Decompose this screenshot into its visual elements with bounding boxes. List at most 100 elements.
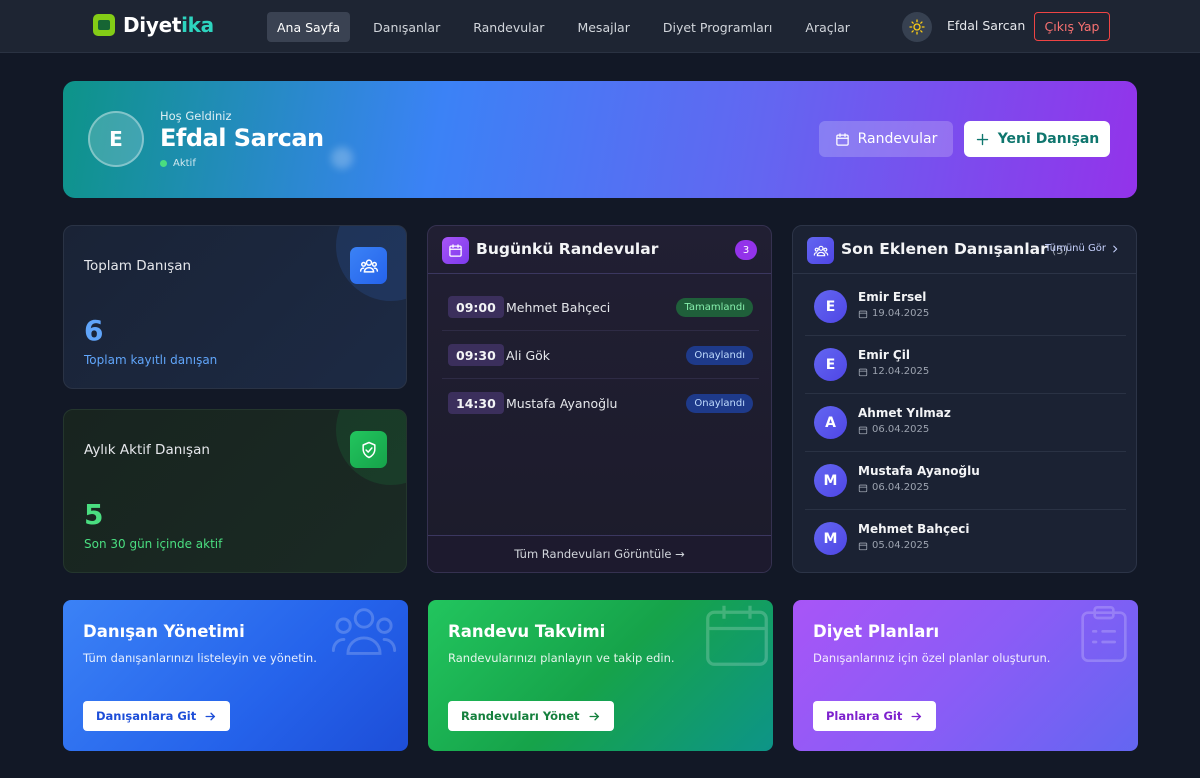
user-full-name: Efdal Sarcan	[160, 124, 324, 152]
appointment-client-name: Ali Gök	[506, 348, 551, 363]
appointment-time: 09:00	[448, 296, 504, 318]
avatar: A	[814, 406, 847, 439]
chevron-right-icon	[1113, 245, 1118, 252]
client-list-item[interactable]: E Emir Ersel 19.04.2025	[805, 278, 1126, 336]
see-all-link[interactable]: Tümünü Gör	[1045, 243, 1120, 254]
avatar: E	[814, 290, 847, 323]
client-management-card: Danışan Yönetimi Tüm danışanlarınızı lis…	[63, 600, 408, 751]
stat-value: 5	[84, 498, 104, 531]
avatar: M	[814, 464, 847, 497]
client-date: 06.04.2025	[858, 482, 929, 493]
stat-subtitle: Son 30 gün içinde aktif	[84, 537, 223, 551]
brand-name-accent: ika	[181, 13, 214, 37]
view-all-appointments-link[interactable]: Tüm Randevuları Görüntüle →	[428, 535, 771, 572]
welcome-banner: E Hoş Geldiniz Efdal Sarcan Aktif Randev…	[63, 81, 1137, 198]
new-client-button[interactable]: Yeni Danışan	[964, 121, 1110, 157]
status-badge: Tamamlandı	[676, 298, 753, 317]
manage-appointments-button[interactable]: Randevuları Yönet	[448, 701, 614, 731]
panel-title: Bugünkü Randevular	[476, 240, 659, 258]
client-name: Mustafa Ayanoğlu	[858, 464, 980, 478]
nav-link-tools[interactable]: Araçlar	[795, 12, 860, 42]
client-date: 12.04.2025	[858, 366, 929, 377]
appointment-row[interactable]: 14:30 Mustafa Ayanoğlu Onaylandı	[442, 379, 759, 427]
user-avatar: E	[88, 111, 144, 167]
brand-name: Diyetika	[123, 13, 214, 37]
card-title: Danışan Yönetimi	[83, 622, 245, 641]
appointment-row[interactable]: 09:30 Ali Gök Onaylandı	[442, 331, 759, 379]
client-date-value: 06.04.2025	[872, 482, 930, 493]
status-badge: Onaylandı	[686, 346, 753, 365]
nav-link-diet-programs[interactable]: Diyet Programları	[653, 12, 783, 42]
user-status: Aktif	[160, 158, 196, 169]
stat-value: 6	[84, 314, 104, 347]
greeting-text: Hoş Geldiniz	[160, 109, 232, 123]
total-clients-card: Toplam Danışan 6 Toplam kayıtlı danışan	[63, 225, 407, 389]
stat-subtitle: Toplam kayıtlı danışan	[84, 353, 218, 367]
appointments-button[interactable]: Randevular	[819, 121, 953, 157]
client-date-value: 06.04.2025	[872, 424, 930, 435]
users-icon	[807, 237, 834, 264]
theme-toggle-button[interactable]	[902, 12, 932, 42]
client-name: Emir Ersel	[858, 290, 927, 304]
recent-clients-panel: Son Eklenen Danışanlar (5) Tümünü Gör E E…	[792, 225, 1137, 573]
arrow-right-icon	[588, 712, 599, 720]
brand-logo-link[interactable]: Diyetika	[93, 13, 214, 37]
users-icon	[331, 608, 397, 655]
client-list-item[interactable]: A Ahmet Yılmaz 06.04.2025	[805, 394, 1126, 452]
calendar-icon	[858, 542, 868, 550]
appointments-button-label: Randevular	[857, 131, 938, 147]
new-client-button-label: Yeni Danışan	[997, 131, 1100, 147]
monthly-active-clients-card: Aylık Aktif Danışan 5 Son 30 gün içinde …	[63, 409, 407, 573]
client-name: Mehmet Bahçeci	[858, 522, 970, 536]
diet-plans-card: Diyet Planları Danışanlarınız için özel …	[793, 600, 1138, 751]
arrow-right-icon	[205, 712, 216, 720]
client-date: 06.04.2025	[858, 424, 929, 435]
card-description: Tüm danışanlarınızı listeleyin ve yöneti…	[83, 651, 317, 665]
users-icon	[350, 247, 387, 284]
client-list-item[interactable]: M Mehmet Bahçeci 05.04.2025	[805, 510, 1126, 568]
client-date: 05.04.2025	[858, 540, 929, 551]
client-date-value: 19.04.2025	[872, 308, 930, 319]
appointment-client-name: Mehmet Bahçeci	[506, 300, 611, 315]
calendar-icon	[858, 484, 868, 492]
status-label: Aktif	[173, 158, 196, 169]
client-name: Emir Çil	[858, 348, 910, 362]
calendar-icon	[706, 605, 768, 666]
client-list-item[interactable]: M Mustafa Ayanoğlu 06.04.2025	[805, 452, 1126, 510]
avatar: E	[814, 348, 847, 381]
nav-user-name: Efdal Sarcan	[947, 18, 1026, 33]
sun-icon	[909, 19, 925, 35]
nav-link-appointments[interactable]: Randevular	[463, 12, 554, 42]
stat-label: Aylık Aktif Danışan	[84, 442, 210, 458]
client-list-item[interactable]: E Emir Çil 12.04.2025	[805, 336, 1126, 394]
appointment-calendar-card: Randevu Takvimi Randevularınızı planlayı…	[428, 600, 773, 751]
appointment-time: 09:30	[448, 344, 504, 366]
stat-label: Toplam Danışan	[84, 258, 192, 274]
nav-link-home[interactable]: Ana Sayfa	[267, 12, 351, 42]
client-date-value: 05.04.2025	[872, 540, 930, 551]
button-label: Randevuları Yönet	[461, 709, 580, 723]
avatar: M	[814, 522, 847, 555]
panel-header: Son Eklenen Danışanlar (5) Tümünü Gör	[793, 226, 1136, 274]
see-all-label: Tümünü Gör	[1045, 243, 1106, 254]
nav-link-messages[interactable]: Mesajlar	[567, 12, 639, 42]
top-navbar: Diyetika Ana Sayfa Danışanlar Randevular…	[0, 0, 1200, 53]
client-date-value: 12.04.2025	[872, 366, 930, 377]
button-label: Planlara Git	[826, 709, 903, 723]
card-title: Randevu Takvimi	[448, 622, 606, 641]
panel-title-text: Son Eklenen Danışanlar	[841, 240, 1048, 258]
appointment-row[interactable]: 09:00 Mehmet Bahçeci Tamamlandı	[442, 283, 759, 331]
logout-button[interactable]: Çıkış Yap	[1034, 12, 1110, 41]
nav-link-clients[interactable]: Danışanlar	[363, 12, 450, 42]
calendar-icon	[835, 132, 849, 146]
go-to-plans-button[interactable]: Planlara Git	[813, 701, 937, 731]
go-to-clients-button[interactable]: Danışanlara Git	[83, 701, 231, 731]
arrow-right-icon	[911, 712, 922, 720]
plus-icon	[976, 133, 988, 145]
card-description: Randevularınızı planlayın ve takip edin.	[448, 651, 675, 665]
appointment-client-name: Mustafa Ayanoğlu	[506, 396, 618, 411]
clipboard-icon	[1081, 606, 1127, 662]
card-title: Diyet Planları	[813, 622, 940, 641]
appointment-count-badge: 3	[735, 240, 757, 260]
todays-appointments-panel: Bugünkü Randevular 3 09:00 Mehmet Bahçec…	[427, 225, 772, 573]
